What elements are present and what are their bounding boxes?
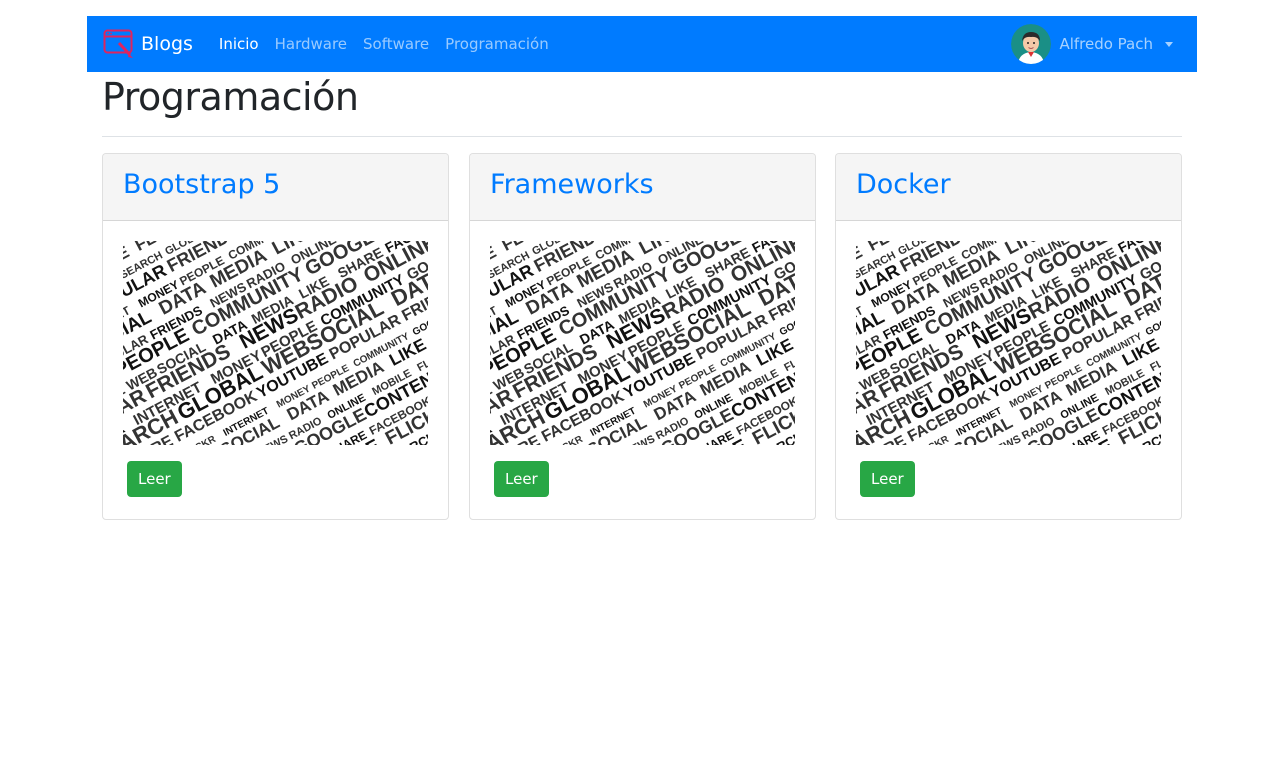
- nav-link-programacion[interactable]: Programación: [437, 35, 557, 53]
- word-cloud-image: WEBSOCIALDATAMEDIALIKESHAREFACEBOOKYOUTU…: [123, 241, 428, 445]
- read-button[interactable]: Leer: [860, 461, 915, 497]
- card-title-link[interactable]: Frameworks: [490, 166, 654, 204]
- read-button[interactable]: Leer: [127, 461, 182, 497]
- word-cloud-image: WEBSOCIALDATAMEDIALIKESHAREFACEBOOKYOUTU…: [856, 241, 1161, 445]
- card-header: Frameworks: [470, 154, 815, 221]
- blog-card-bootstrap: Bootstrap 5 WEBSOCIALDATAMEDIALIKESHAREF…: [102, 153, 449, 520]
- card-body: WEBSOCIALDATAMEDIALIKESHAREFACEBOOKYOUTU…: [836, 221, 1181, 517]
- card-body: WEBSOCIALDATAMEDIALIKESHAREFACEBOOKYOUTU…: [103, 221, 448, 517]
- card-body: WEBSOCIALDATAMEDIALIKESHAREFACEBOOKYOUTU…: [470, 221, 815, 517]
- brand-link[interactable]: Blogs: [103, 29, 193, 59]
- word-cloud-image: WEBSOCIALDATAMEDIALIKESHAREFACEBOOKYOUTU…: [490, 241, 795, 445]
- nav-link-hardware[interactable]: Hardware: [267, 35, 355, 53]
- card-title-link[interactable]: Bootstrap 5: [123, 166, 280, 204]
- avatar: [1011, 24, 1052, 64]
- nav-link-software[interactable]: Software: [355, 35, 437, 53]
- read-button[interactable]: Leer: [494, 461, 549, 497]
- nav-links: Inicio Hardware Software Programación: [211, 35, 557, 53]
- nav-link-inicio[interactable]: Inicio: [211, 35, 267, 53]
- page-title: Programación: [102, 75, 359, 119]
- blog-card-docker: Docker WEBSOCIALDATAMEDIALIKESHAREFACEBO…: [835, 153, 1182, 520]
- card-header: Docker: [836, 154, 1181, 221]
- card-title-link[interactable]: Docker: [856, 166, 951, 204]
- browser-edit-icon: [103, 29, 133, 58]
- brand-name: Blogs: [141, 33, 193, 55]
- chevron-down-icon: [1165, 41, 1173, 47]
- blog-card-frameworks: Frameworks WEBSOCIALDATAMEDIALIKESHAREFA…: [469, 153, 816, 520]
- title-divider: [102, 136, 1182, 137]
- card-header: Bootstrap 5: [103, 154, 448, 221]
- top-navbar: Blogs Inicio Hardware Software Programac…: [87, 16, 1197, 72]
- user-dropdown[interactable]: Alfredo Pach: [1011, 24, 1181, 64]
- user-name: Alfredo Pach: [1059, 35, 1153, 53]
